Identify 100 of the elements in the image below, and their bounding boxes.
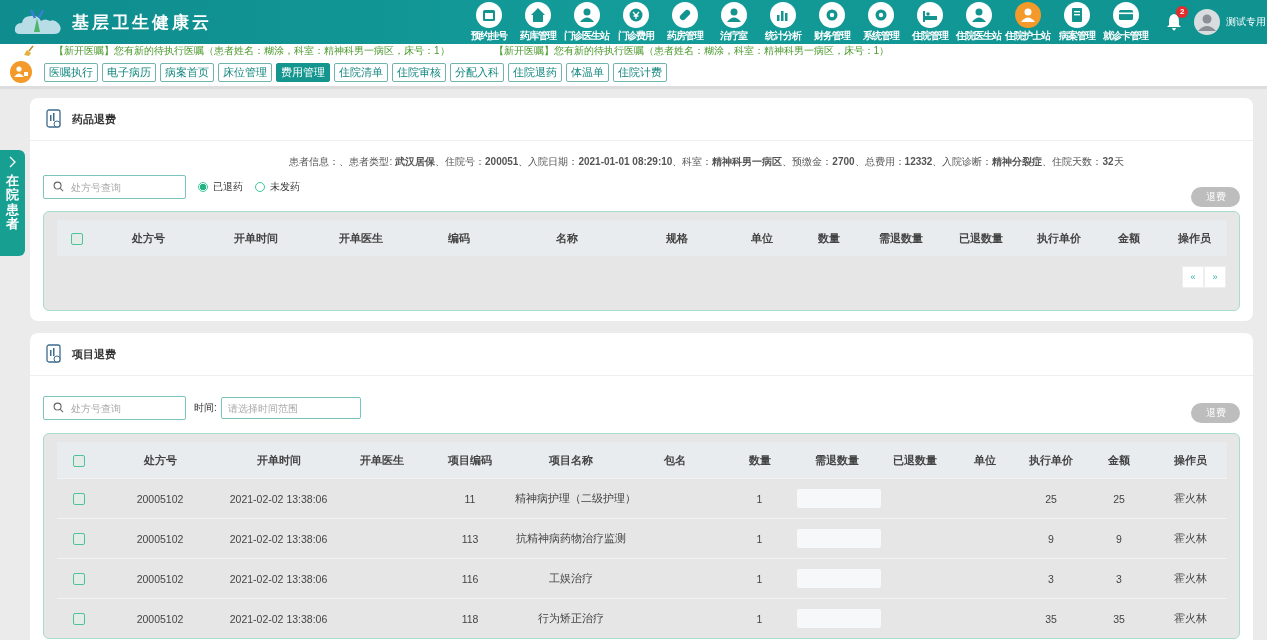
column-header: 需退数量 [815,453,859,466]
section-title: 药品退费 [72,111,116,127]
table-cell: 9 [1116,532,1122,545]
broom-icon [22,45,34,57]
nav-item[interactable]: 预约挂号 [464,1,513,43]
column-header: 执行单价 [1037,231,1081,244]
checkbox[interactable] [72,573,85,586]
nav-item[interactable]: 住院管理 [905,1,954,43]
nav-item[interactable]: 药库管理 [513,1,562,43]
column-header: 项目名称 [548,453,593,466]
table-cell: 25 [1045,492,1057,505]
column-header: 处方号 [143,453,177,466]
pager-button[interactable]: » [1204,266,1226,288]
nurse-icon [10,61,32,83]
nav-item[interactable]: 统计分析 [758,1,807,43]
radio-option[interactable]: 未发药 [255,180,300,194]
table-cell: 精神病护理（二级护理） [515,491,636,504]
coin-icon [622,1,649,28]
table-cell: 9 [1048,532,1054,545]
checkbox[interactable] [72,533,85,546]
nav-item[interactable]: 门诊费用 [611,1,660,43]
tab[interactable]: 住院退药 [508,62,562,82]
tab[interactable]: 床位管理 [218,62,272,82]
column-header: 金额 [1118,231,1140,244]
radio-option[interactable]: 已退药 [198,180,243,194]
nav-item[interactable]: 门诊医生站 [562,1,611,43]
table-cell: 抗精神病药物治疗监测 [515,531,626,544]
table-cell: 35 [1045,612,1057,625]
nav-item[interactable]: 药房管理 [660,1,709,43]
column-header: 开单时间 [256,453,301,466]
tab[interactable]: 住院计费 [613,62,667,82]
notice-text[interactable]: 【新开医嘱】您有新的待执行医嘱（患者姓名：糊涂，科室：精神科男一病区，床号：1） [54,44,450,58]
checkbox[interactable] [72,454,85,467]
tab[interactable]: 住院清单 [334,62,388,82]
pager-button[interactable]: « [1182,266,1204,288]
column-header: 开单医生 [339,231,383,244]
column-header: 包名 [664,453,686,466]
table-cell: 霍火林 [1173,571,1207,584]
person-icon [573,1,600,28]
bell-icon[interactable] [1166,13,1182,31]
table-cell: 20005102 [136,612,184,625]
avatar-icon[interactable] [1194,9,1220,35]
table-cell: 35 [1113,612,1125,625]
column-header: 开单时间 [234,231,278,244]
checkbox[interactable] [72,613,85,626]
column-header: 数量 [748,453,771,466]
notice-text[interactable]: 【新开医嘱】您有新的待执行医嘱（患者姓名：糊涂，科室：精神科男一病区，床号：1） [493,44,890,58]
checkbox[interactable] [72,493,85,506]
table-cell: 20005102 [136,532,184,545]
table-cell: 1 [756,492,763,505]
tab[interactable]: 体温单 [566,62,609,82]
tab[interactable]: 费用管理 [276,62,330,82]
house-icon [524,1,551,28]
nav-item[interactable]: 就诊卡管理 [1101,1,1150,43]
date-range-field[interactable]: 请选择时间范围 [220,397,361,419]
user-name[interactable]: 测试专用 [1226,15,1266,29]
tab[interactable]: 医嘱执行 [44,62,98,82]
notification-badge: 2 [1176,6,1189,18]
section-title: 项目退费 [72,346,116,362]
table-cell: 霍火林 [1173,531,1207,544]
table-cell: 25 [1113,492,1125,505]
column-header: 单位 [751,231,773,244]
nav-item[interactable]: 治疗室 [709,1,758,43]
nav-item[interactable]: 住院护士站 [1003,1,1052,43]
checkbox[interactable] [71,232,83,245]
nav-item[interactable]: 病案管理 [1052,1,1101,43]
search-field[interactable]: 处方号查询 [43,396,186,420]
person-icon [720,1,747,28]
column-header: 执行单价 [1029,453,1073,466]
column-header: 已退数量 [959,231,1003,244]
table-cell: 20005102 [136,492,184,505]
gear-icon [818,1,845,28]
bed-icon [916,1,943,28]
column-header: 数量 [817,231,840,244]
table-cell: 霍火林 [1173,611,1207,624]
report-icon [46,344,62,364]
calendar-icon [475,1,502,28]
document-icon [1063,1,1090,28]
radio-button[interactable] [198,182,208,192]
gear-icon [867,1,894,28]
report-icon [46,109,62,129]
tab[interactable]: 住院审核 [392,62,446,82]
tab[interactable]: 病案首页 [160,62,214,82]
column-header: 单位 [973,453,996,466]
column-header: 操作员 [1178,231,1211,244]
tab[interactable]: 电子病历 [102,62,156,82]
pill-icon [671,1,698,28]
table-cell: 2021-02-02 13:38:06 [229,572,328,585]
table-cell: 20005102 [136,572,184,585]
nav-item[interactable]: 住院医生站 [954,1,1003,43]
nav-item[interactable]: 财务管理 [807,1,856,43]
search-field[interactable]: 处方号查询 [43,175,186,199]
cloud-logo-icon [14,8,62,36]
column-header: 规格 [666,231,688,244]
table-cell: 1 [756,612,763,625]
table-cell: 11 [464,492,476,505]
nav-item[interactable]: 系统管理 [856,1,905,43]
side-tab[interactable]: 在院患者 [0,150,25,256]
tab[interactable]: 分配入科 [450,62,504,82]
table-cell: 3 [1048,572,1054,585]
